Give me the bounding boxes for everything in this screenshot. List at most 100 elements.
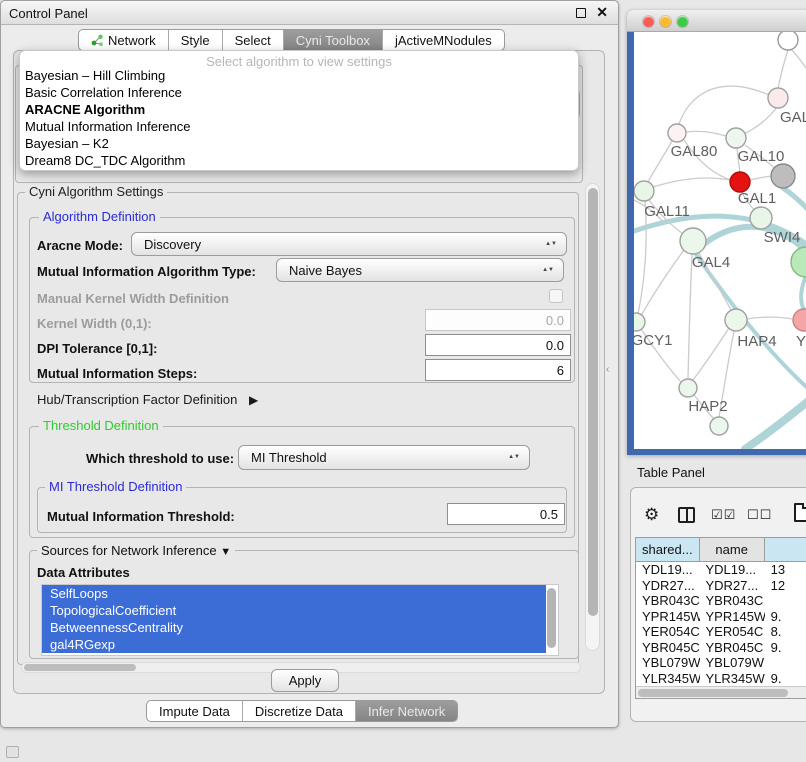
node-hap4[interactable] xyxy=(725,309,747,331)
zoom-traffic-light[interactable] xyxy=(677,16,688,27)
node-green-large[interactable] xyxy=(791,247,806,277)
table-hscrollbar-thumb[interactable] xyxy=(638,689,788,697)
edge xyxy=(641,250,684,316)
dpi-tolerance-field[interactable]: 0.0 xyxy=(425,334,571,356)
node-hap2[interactable] xyxy=(679,379,697,397)
close-window-icon[interactable]: ✕ xyxy=(596,4,608,21)
new-file-icon[interactable] xyxy=(794,503,806,522)
network-canvas[interactable]: GAL GAL80 GAL10 GAL1 GAL11 SWI4 GAL4 GCY… xyxy=(634,32,806,449)
cell-shared-name: YDR27... xyxy=(636,578,700,593)
combo-arrows-icon: ▲▼ xyxy=(542,268,554,273)
node[interactable] xyxy=(710,417,728,435)
control-panel-titlebar[interactable]: Control Panel ✕ xyxy=(1,1,618,25)
edge xyxy=(744,107,777,134)
tab-impute-data[interactable]: Impute Data xyxy=(147,701,243,721)
table-panel-title: Table Panel xyxy=(637,465,705,480)
node-pink[interactable] xyxy=(793,309,806,331)
table-row[interactable]: YLR345W YLR345W 9. xyxy=(636,671,806,687)
manual-kernel-width-checkbox[interactable] xyxy=(549,289,563,303)
dropdown-prompt: Select algorithm to view settings xyxy=(20,51,578,67)
sources-group-title[interactable]: Sources for Network Inference ▼ xyxy=(37,543,235,558)
node-gcy1[interactable] xyxy=(634,313,645,331)
tab-jactivemnodules[interactable]: jActiveMNodules xyxy=(383,30,504,50)
minimize-traffic-light[interactable] xyxy=(660,16,671,27)
node-gal11[interactable] xyxy=(634,181,654,201)
close-traffic-light[interactable] xyxy=(643,16,654,27)
node-swi4[interactable] xyxy=(750,207,772,229)
column-header-name[interactable]: name xyxy=(700,538,765,561)
tab-cyni-toolbox[interactable]: Cyni Toolbox xyxy=(284,30,383,50)
threshold-definition-title: Threshold Definition xyxy=(39,419,163,432)
cell-shared-name: YBR043C xyxy=(636,593,700,608)
node-label: HAP2 xyxy=(688,398,727,415)
table-row[interactable]: YPR145W YPR145W 9. xyxy=(636,609,806,625)
list-item[interactable]: BetweennessCentrality xyxy=(42,619,546,636)
network-window-titlebar[interactable] xyxy=(627,10,806,32)
node-gray[interactable] xyxy=(771,164,795,188)
table-row[interactable]: YER054C YER054C 8. xyxy=(636,624,806,640)
float-window-icon[interactable] xyxy=(576,8,586,18)
splitpane-divider-arrow[interactable]: ‹ xyxy=(606,364,609,375)
column-header[interactable] xyxy=(765,538,806,561)
edge xyxy=(745,398,806,449)
tab-select[interactable]: Select xyxy=(223,30,284,50)
node-selected-red[interactable] xyxy=(730,172,750,192)
dropdown-item-selected[interactable]: ARACNE Algorithm xyxy=(20,101,578,118)
node-label: Y xyxy=(796,333,806,350)
table-row[interactable]: YBL079W YBL079W xyxy=(636,655,806,671)
combo-arrows-icon: ▲▼ xyxy=(545,242,557,247)
list-scrollbar-thumb[interactable] xyxy=(547,588,556,648)
kernel-width-field[interactable]: 0.0 xyxy=(425,309,571,331)
tab-infer-network[interactable]: Infer Network xyxy=(356,701,457,721)
node-label: SWI4 xyxy=(764,229,801,246)
cell-shared-name: YPR145W xyxy=(636,609,700,624)
dropdown-item[interactable]: Basic Correlation Inference xyxy=(20,84,578,101)
settings-hscrollbar-thumb[interactable] xyxy=(24,664,136,671)
mi-algorithm-type-combobox[interactable]: Naive Bayes ▲▼ xyxy=(276,258,564,282)
node-gal4[interactable] xyxy=(680,228,706,254)
list-item[interactable]: SelfLoops xyxy=(42,585,546,602)
table-hscrollbar[interactable] xyxy=(636,686,806,698)
dropdown-item[interactable]: Dream8 DC_TDC Algorithm xyxy=(20,152,578,169)
node-label: GAL11 xyxy=(644,203,690,220)
tab-style[interactable]: Style xyxy=(169,30,223,50)
node-label: GAL80 xyxy=(671,143,718,160)
combo-arrows-icon: ▲▼ xyxy=(508,455,520,460)
node[interactable] xyxy=(778,32,798,50)
tab-network[interactable]: Network xyxy=(79,30,169,50)
tab-discretize-data[interactable]: Discretize Data xyxy=(243,701,356,721)
column-header-shared[interactable]: shared... xyxy=(636,538,700,561)
aracne-mode-label: Aracne Mode: xyxy=(37,238,123,253)
edge xyxy=(648,141,672,182)
columns-icon[interactable] xyxy=(678,507,695,523)
edge xyxy=(788,46,806,76)
node-gal[interactable] xyxy=(768,88,788,108)
table-row[interactable]: YBR045C YBR045C 9. xyxy=(636,640,806,656)
deselect-all-checkboxes-icon[interactable]: ☐☐ xyxy=(747,508,772,523)
apply-button[interactable]: Apply xyxy=(271,669,339,692)
dropdown-item[interactable]: Bayesian – K2 xyxy=(20,135,578,152)
edge xyxy=(695,253,806,392)
table-body: YDL19... YDL19... 13 YDR27... YDR27... 1… xyxy=(636,562,806,699)
list-item[interactable]: TopologicalCoefficient xyxy=(42,602,546,619)
dropdown-item[interactable]: Mutual Information Inference xyxy=(20,118,578,135)
node-gal10[interactable] xyxy=(726,128,746,148)
list-item[interactable]: gal4RGexp xyxy=(42,636,546,653)
mi-steps-field[interactable]: 6 xyxy=(425,359,571,381)
aracne-mode-combobox[interactable]: Discovery ▲▼ xyxy=(131,232,567,256)
table-row[interactable]: YDL19... YDL19... 13 xyxy=(636,562,806,578)
select-all-checkboxes-icon[interactable]: ☑☑ xyxy=(711,508,736,523)
settings-scrollbar-thumb[interactable] xyxy=(588,188,598,616)
mi-threshold-field[interactable]: 0.5 xyxy=(447,503,565,525)
settings-scrollbar[interactable] xyxy=(585,183,600,651)
dock-panel-icon[interactable] xyxy=(6,746,19,758)
table-row[interactable]: YDR27... YDR27... 12 xyxy=(636,578,806,594)
data-attributes-list[interactable]: SelfLoops TopologicalCoefficient Between… xyxy=(41,584,559,656)
node-gal80[interactable] xyxy=(668,124,686,142)
dropdown-item[interactable]: Bayesian – Hill Climbing xyxy=(20,67,578,84)
which-threshold-combobox[interactable]: MI Threshold ▲▼ xyxy=(238,445,530,470)
gear-icon[interactable]: ⚙ xyxy=(644,505,659,525)
tab-network-label: Network xyxy=(108,33,156,48)
table-row[interactable]: YBR043C YBR043C xyxy=(636,593,806,609)
hub-definition-expander[interactable]: Hub/Transcription Factor Definition ▶ xyxy=(37,392,258,407)
